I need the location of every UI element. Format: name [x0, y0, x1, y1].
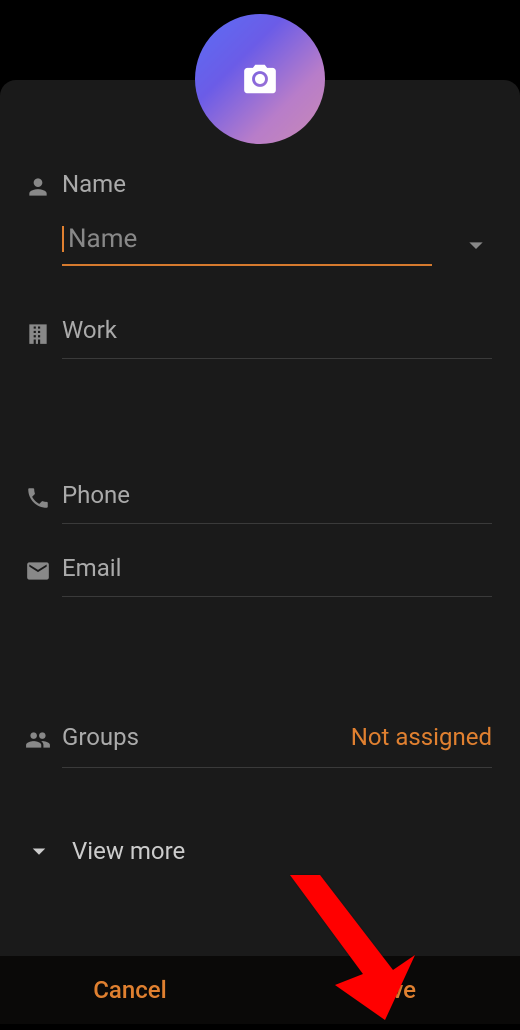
building-icon — [25, 320, 51, 346]
person-icon — [25, 174, 51, 200]
email-icon — [25, 558, 51, 584]
groups-value: Not assigned — [351, 723, 492, 751]
avatar-photo-button[interactable] — [195, 14, 325, 144]
view-more-button[interactable]: View more — [14, 836, 492, 866]
bottom-bar: Cancel Save — [0, 956, 520, 1024]
email-label: Email — [62, 554, 121, 582]
groups-section[interactable]: Groups Not assigned — [14, 723, 492, 768]
name-placeholder: Name — [68, 224, 137, 254]
camera-icon — [238, 60, 282, 98]
work-section: Work — [14, 316, 492, 359]
phone-input[interactable]: Phone — [62, 481, 492, 524]
chevron-down-icon — [24, 836, 54, 866]
groups-icon — [25, 727, 51, 753]
save-button[interactable]: Save — [260, 956, 520, 1024]
form-area: Name Name Work — [0, 80, 520, 956]
groups-label: Groups — [62, 723, 139, 751]
view-more-label: View more — [72, 837, 185, 865]
phone-label: Phone — [62, 481, 130, 509]
email-input[interactable]: Email — [62, 554, 492, 597]
phone-icon — [25, 485, 51, 511]
name-label: Name — [62, 170, 492, 198]
work-input[interactable]: Work — [62, 316, 492, 359]
name-section: Name Name — [14, 170, 492, 266]
cancel-button[interactable]: Cancel — [0, 956, 260, 1024]
name-input[interactable]: Name — [62, 224, 432, 266]
phone-section: Phone — [14, 481, 492, 524]
email-section: Email — [14, 554, 492, 597]
work-label: Work — [62, 316, 117, 344]
chevron-down-icon[interactable] — [460, 229, 492, 261]
